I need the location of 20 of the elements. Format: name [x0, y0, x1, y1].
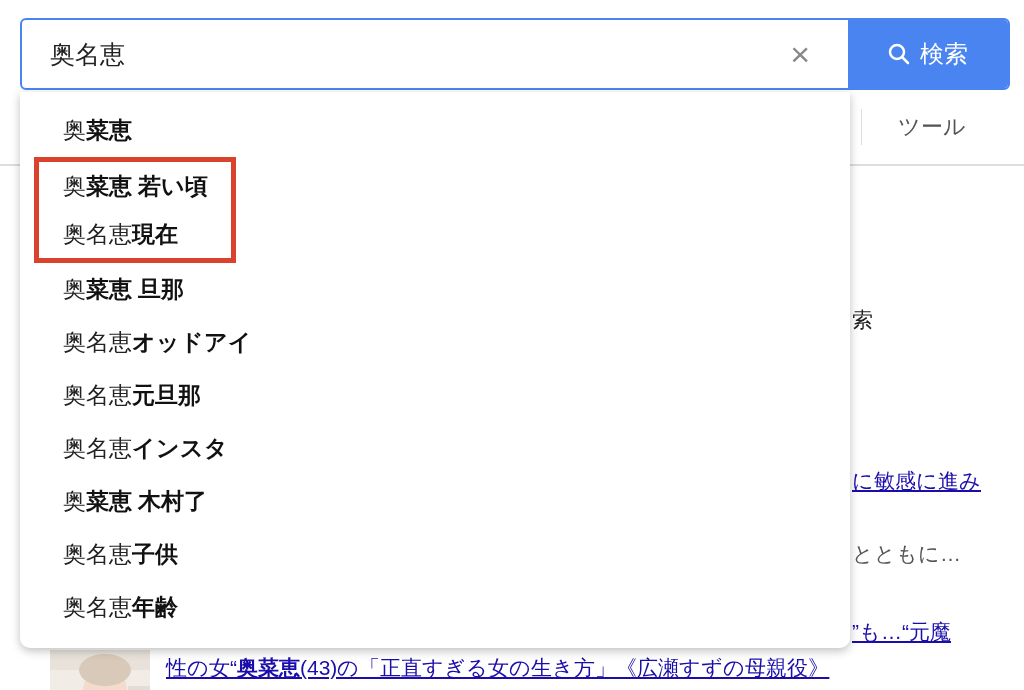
search-field[interactable]: 奥名恵	[50, 37, 791, 71]
suggestion-item[interactable]: 奥菜恵 旦那	[34, 263, 236, 316]
search-button[interactable]: 検索	[848, 20, 1008, 88]
suggestion-item[interactable]: 奥名恵インスタ	[34, 422, 236, 475]
result-link[interactable]: に敏感に進み	[852, 469, 981, 492]
suggestion-item[interactable]: 奥菜恵 若い頃	[34, 157, 236, 210]
suggestion-item[interactable]: 奥名恵オッドアイ	[34, 316, 260, 369]
suggestion-item[interactable]: 奥名恵年齢	[34, 581, 236, 634]
result-link[interactable]: 性の女“奥菜恵(43)の「正直すぎる女の生き方」《広瀬すずの母親役》	[166, 654, 830, 682]
result-snippet: 索	[852, 308, 873, 331]
suggestion-item[interactable]: 奥菜恵 木村了	[34, 475, 236, 528]
suggestion-item[interactable]: 奥名恵子供	[34, 528, 236, 581]
search-icon	[888, 43, 910, 65]
suggestion-item[interactable]: 奥菜恵	[34, 104, 236, 157]
result-link[interactable]: ”も…“元魔	[852, 620, 951, 643]
result-snippet: とともに…	[852, 542, 961, 565]
tools-tab[interactable]: ツール	[898, 112, 966, 142]
suggestion-item[interactable]: 奥名恵現在	[34, 210, 236, 263]
suggestion-item[interactable]: 奥名恵元旦那	[34, 369, 236, 422]
clear-button[interactable]: ×	[790, 37, 810, 71]
